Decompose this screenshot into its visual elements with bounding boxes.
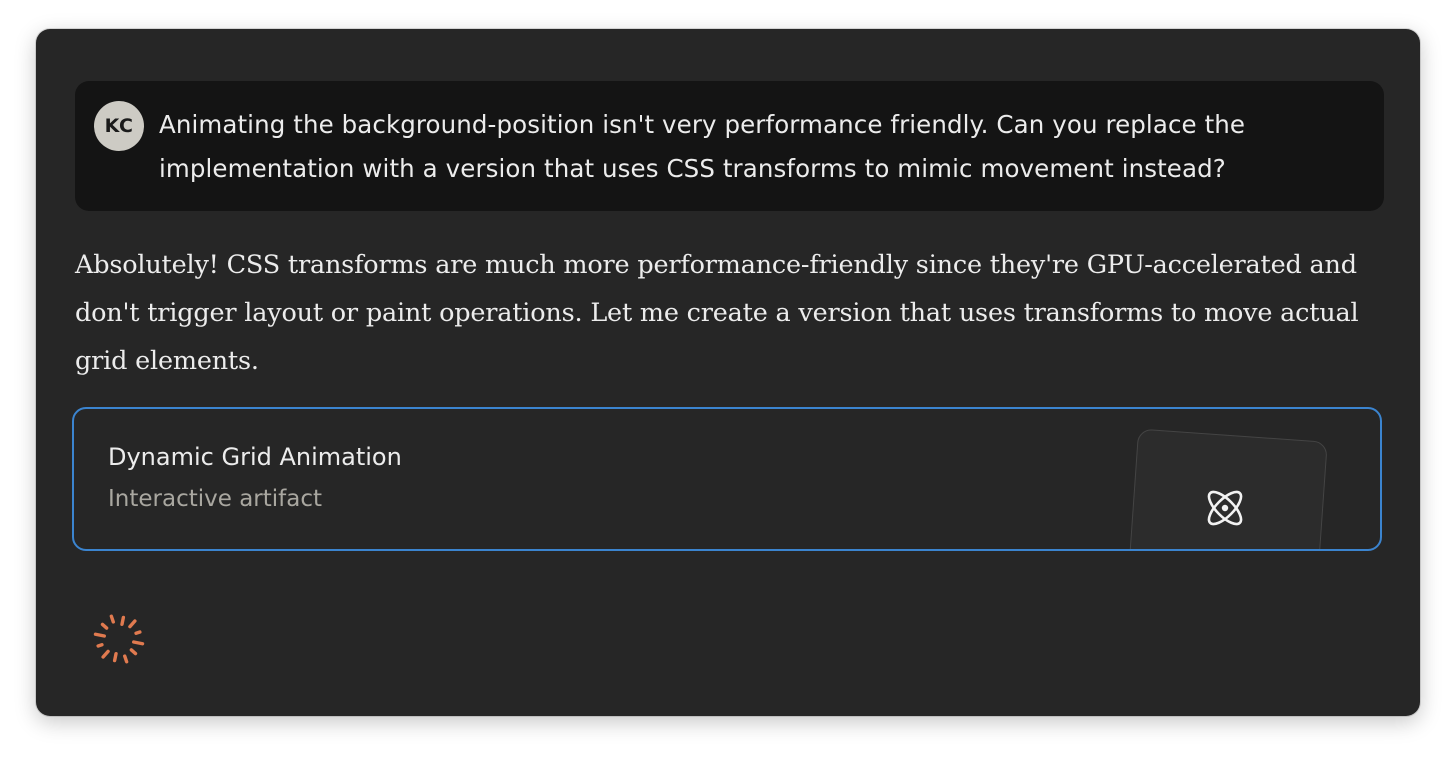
spinner-ray [93, 632, 107, 638]
spinner-ray [132, 640, 145, 646]
spinner-ray [100, 622, 109, 630]
atom-icon [1207, 490, 1243, 526]
spinner-ray [109, 614, 115, 624]
spinner-ray [101, 649, 110, 659]
spinner-ray [120, 615, 126, 627]
spinner-icon [93, 614, 145, 664]
artifact-title: Dynamic Grid Animation [108, 443, 402, 471]
artifact-subtitle: Interactive artifact [108, 486, 323, 512]
artifact-card[interactable]: Dynamic Grid Animation Interactive artif… [72, 407, 1382, 551]
avatar: KC [94, 101, 144, 151]
spinner-ray [96, 643, 104, 648]
spinner-ray [134, 630, 142, 635]
user-message: KC Animating the background-position isn… [75, 81, 1384, 211]
assistant-message-text: Absolutely! CSS transforms are much more… [75, 250, 1359, 376]
chat-window: KC Animating the background-position isn… [36, 29, 1420, 716]
user-message-text: Animating the background-position isn't … [159, 110, 1246, 183]
spinner-ray [128, 619, 137, 629]
spinner-ray [129, 648, 138, 656]
spinner-ray [112, 652, 118, 663]
spinner-ray [123, 654, 129, 664]
